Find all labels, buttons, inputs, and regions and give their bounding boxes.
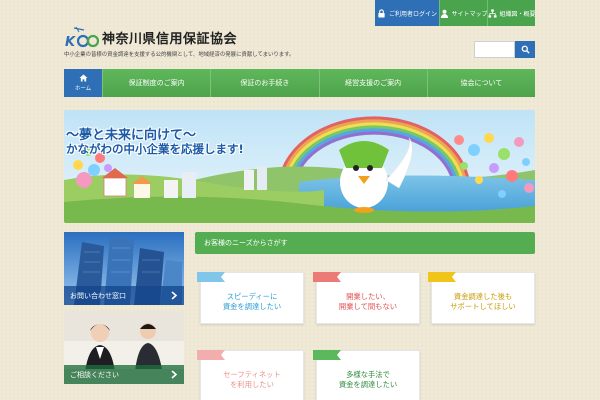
org-chart-icon bbox=[488, 8, 497, 18]
need-card-after-support[interactable]: 資金調達した後も サポートしてほしい bbox=[428, 272, 535, 324]
need-card-line1: 開業したい、 bbox=[346, 291, 390, 301]
need-card-diverse-funding[interactable]: 多様な手法で 資金を調達したい bbox=[313, 350, 420, 400]
chevron-right-icon bbox=[171, 370, 178, 379]
ribbon-tag-icon bbox=[313, 272, 341, 282]
consultation-card-label: ご相談ください bbox=[64, 365, 184, 384]
nav-item-guarantee-system[interactable]: 保証制度のご案内 bbox=[102, 69, 211, 97]
sitemap-label: サイトマップ bbox=[451, 10, 488, 18]
nav-item-about[interactable]: 協会について bbox=[426, 69, 535, 97]
inquiry-card-label: お問い合わせ窓口 bbox=[64, 286, 184, 305]
search-input[interactable] bbox=[474, 41, 515, 58]
site-search bbox=[474, 41, 535, 58]
section-title-needs: お客様のニーズからさがす bbox=[195, 232, 535, 254]
lock-icon bbox=[378, 8, 385, 18]
nav-home[interactable]: ホーム bbox=[64, 69, 102, 97]
need-card-line2: を利用したい bbox=[230, 379, 274, 389]
login-label: ご利用者ログイン bbox=[388, 10, 437, 18]
need-card-line2: サポートしてほしい bbox=[450, 301, 516, 311]
svg-text:K: K bbox=[65, 35, 76, 48]
need-card-line2: 開業して間もない bbox=[338, 301, 398, 311]
chevron-right-icon bbox=[171, 291, 178, 300]
sitemap-button[interactable]: サイトマップ bbox=[439, 0, 487, 26]
need-card-line1: 多様な手法で bbox=[346, 369, 390, 379]
login-button[interactable]: ご利用者ログイン bbox=[375, 0, 439, 26]
need-card-safety-net[interactable]: セーフティネット を利用したい bbox=[197, 350, 304, 400]
site-logo[interactable]: K 神奈川県信用保証協会 bbox=[64, 26, 237, 48]
need-card-line1: スピーディーに bbox=[226, 291, 278, 301]
global-nav: ホーム 保証制度のご案内 保証のお手続き 経営支援のご案内 協会について bbox=[64, 69, 535, 97]
ribbon-tag-icon bbox=[428, 272, 456, 282]
org-label: 組織図・概要 bbox=[499, 10, 536, 18]
utility-bar: ご利用者ログイン サイトマップ 組織図・概要 bbox=[375, 0, 535, 26]
nav-home-label: ホーム bbox=[74, 86, 92, 92]
need-card-line1: 資金調達した後も bbox=[453, 291, 513, 301]
kcg-logo-icon: K bbox=[65, 26, 100, 48]
logo-text: 神奈川県信用保証協会 bbox=[102, 31, 238, 47]
inquiry-card[interactable]: お問い合わせ窓口 bbox=[64, 232, 184, 305]
hero-banner[interactable]: ～夢と未来に向けて～ かながわの中小企業を応援します! bbox=[64, 110, 535, 223]
search-button[interactable] bbox=[515, 41, 535, 58]
banner-title-line2: かながわの中小企業を応援します! bbox=[66, 142, 244, 156]
need-card-startup[interactable]: 開業したい、 開業して間もない bbox=[313, 272, 420, 324]
need-card-line2: 資金を調達したい bbox=[338, 379, 398, 389]
nav-item-procedures[interactable]: 保証のお手続き bbox=[210, 69, 319, 97]
ribbon-tag-icon bbox=[313, 350, 341, 360]
consultation-card[interactable]: ご相談ください bbox=[64, 311, 184, 384]
need-card-line1: セーフティネット bbox=[223, 369, 281, 379]
home-icon bbox=[79, 74, 87, 82]
ribbon-tag-icon bbox=[197, 272, 225, 282]
site-tagline: 中小企業の皆様の資金調達を支援する公的機関として、地域経済の発展に貢献してまいり… bbox=[64, 52, 295, 58]
person-icon bbox=[440, 9, 448, 18]
org-chart-button[interactable]: 組織図・概要 bbox=[487, 0, 535, 26]
need-card-speedy-funding[interactable]: スピーディーに 資金を調達したい bbox=[197, 272, 304, 324]
ribbon-tag-icon bbox=[197, 350, 225, 360]
need-card-line2: 資金を調達したい bbox=[222, 301, 282, 311]
search-icon bbox=[521, 45, 530, 54]
nav-item-management-support[interactable]: 経営支援のご案内 bbox=[318, 69, 427, 97]
